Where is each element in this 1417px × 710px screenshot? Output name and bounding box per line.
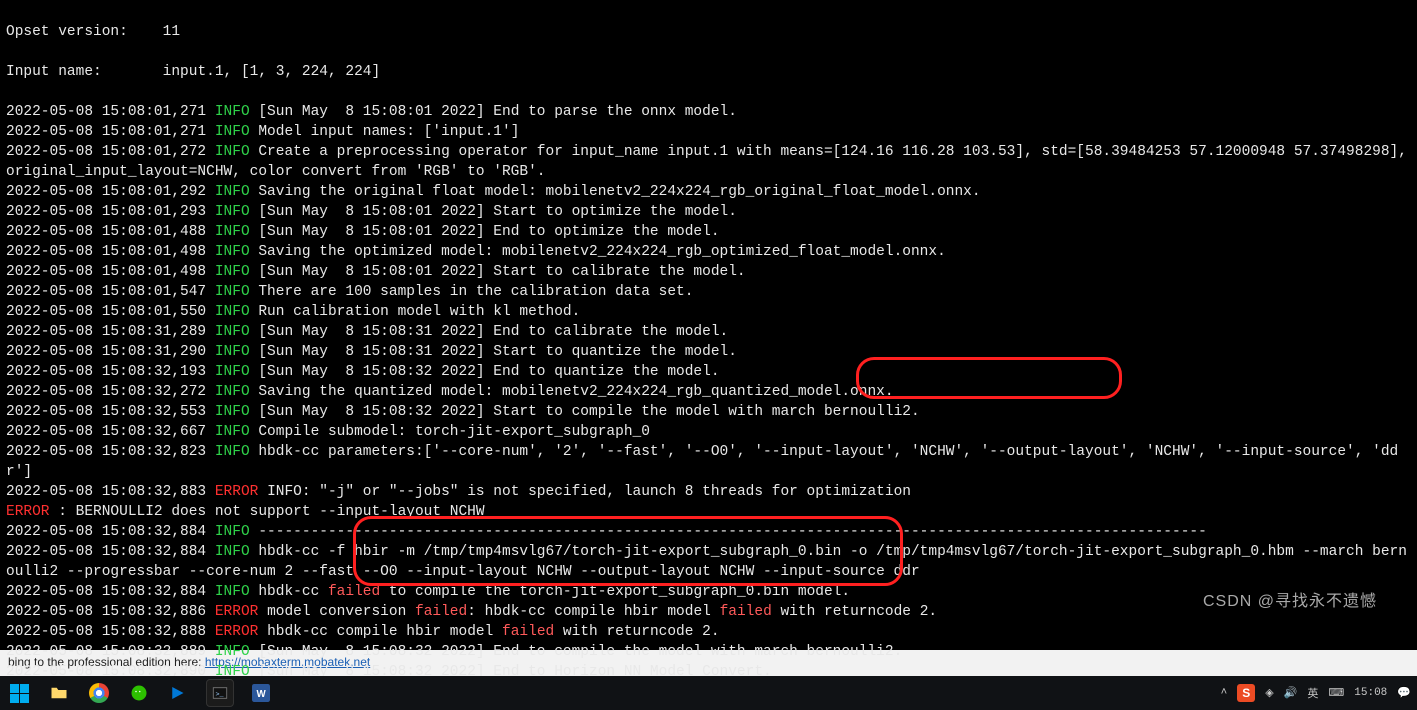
terminal-output[interactable]: Opset version: 11 Input name: input.1, [… xyxy=(0,0,1417,650)
windows-taskbar[interactable]: >_ W ˄ S ◈ 🔊 英 ⌨ 15:08 💬 xyxy=(0,676,1417,710)
inputname-label: Input name: xyxy=(6,64,102,80)
log-line: 2022-05-08 15:08:32,272 INFO Saving the … xyxy=(6,382,1411,402)
wechat-icon[interactable] xyxy=(126,680,152,706)
log-line: 2022-05-08 15:08:01,550 INFO Run calibra… xyxy=(6,302,1411,322)
opset-value: 11 xyxy=(163,24,180,40)
start-menu-icon[interactable] xyxy=(6,680,32,706)
log-line: 2022-05-08 15:08:32,886 ERROR model conv… xyxy=(6,602,1411,622)
log-line: 2022-05-08 15:08:01,292 INFO Saving the … xyxy=(6,182,1411,202)
tray-network-icon[interactable]: ◈ xyxy=(1265,686,1273,700)
log-line: 2022-05-08 15:08:31,289 INFO [Sun May 8 … xyxy=(6,322,1411,342)
svg-text:>_: >_ xyxy=(216,691,225,699)
log-line: 2022-05-08 15:08:01,271 INFO [Sun May 8 … xyxy=(6,102,1411,122)
log-line: 2022-05-08 15:08:01,293 INFO [Sun May 8 … xyxy=(6,202,1411,222)
log-line: 2022-05-08 15:08:01,272 INFO Create a pr… xyxy=(6,142,1411,182)
log-line: 2022-05-08 15:08:32,553 INFO [Sun May 8 … xyxy=(6,402,1411,422)
chrome-icon[interactable] xyxy=(86,680,112,706)
tray-keyboard-icon[interactable]: ⌨ xyxy=(1328,686,1344,700)
log-line: 2022-05-08 15:08:01,488 INFO [Sun May 8 … xyxy=(6,222,1411,242)
vscode-icon[interactable] xyxy=(166,680,192,706)
file-explorer-icon[interactable] xyxy=(46,680,72,706)
tray-notification-icon[interactable]: 💬 xyxy=(1397,686,1411,700)
log-line: 2022-05-08 15:08:32,823 INFO hbdk-cc par… xyxy=(6,442,1411,482)
log-line: 2022-05-08 15:08:01,271 INFO Model input… xyxy=(6,122,1411,142)
sogou-ime-icon[interactable]: S xyxy=(1237,684,1255,702)
log-line: 2022-05-08 15:08:31,290 INFO [Sun May 8 … xyxy=(6,342,1411,362)
log-line: 2022-05-08 15:08:32,888 ERROR hbdk-cc co… xyxy=(6,622,1411,642)
log-line: 2022-05-08 15:08:32,889 INFO [Sun May 8 … xyxy=(6,642,1411,662)
log-line: 2022-05-08 15:08:32,884 INFO hbdk-cc fai… xyxy=(6,582,1411,602)
log-line: 2022-05-08 15:08:32,193 INFO [Sun May 8 … xyxy=(6,362,1411,382)
log-line: 2022-05-08 15:08:32,884 INFO -----------… xyxy=(6,522,1411,542)
tray-caret-icon[interactable]: ˄ xyxy=(1221,687,1228,699)
inputname-value: input.1, [1, 3, 224, 224] xyxy=(163,64,381,80)
log-line: 2022-05-08 15:08:32,883 ERROR INFO: "-j"… xyxy=(6,482,1411,502)
svg-text:W: W xyxy=(257,689,267,700)
tray-lang-icon[interactable]: 英 xyxy=(1307,685,1318,701)
log-line: ERROR : BERNOULLI2 does not support --in… xyxy=(6,502,1411,522)
log-line: 2022-05-08 15:08:01,547 INFO There are 1… xyxy=(6,282,1411,302)
log-line: 2022-05-08 15:08:01,498 INFO Saving the … xyxy=(6,242,1411,262)
word-icon[interactable]: W xyxy=(248,680,274,706)
log-line: 2022-05-08 15:08:01,498 INFO [Sun May 8 … xyxy=(6,262,1411,282)
log-line: 2022-05-08 15:08:32,667 INFO Compile sub… xyxy=(6,422,1411,442)
log-line: 2022-05-08 15:08:32,884 INFO hbdk-cc -f … xyxy=(6,542,1411,582)
tray-time[interactable]: 15:08 xyxy=(1354,687,1387,699)
opset-label: Opset version: xyxy=(6,24,128,40)
tray-volume-icon[interactable]: 🔊 xyxy=(1284,686,1298,700)
mobaxterm-icon[interactable]: >_ xyxy=(206,679,234,707)
